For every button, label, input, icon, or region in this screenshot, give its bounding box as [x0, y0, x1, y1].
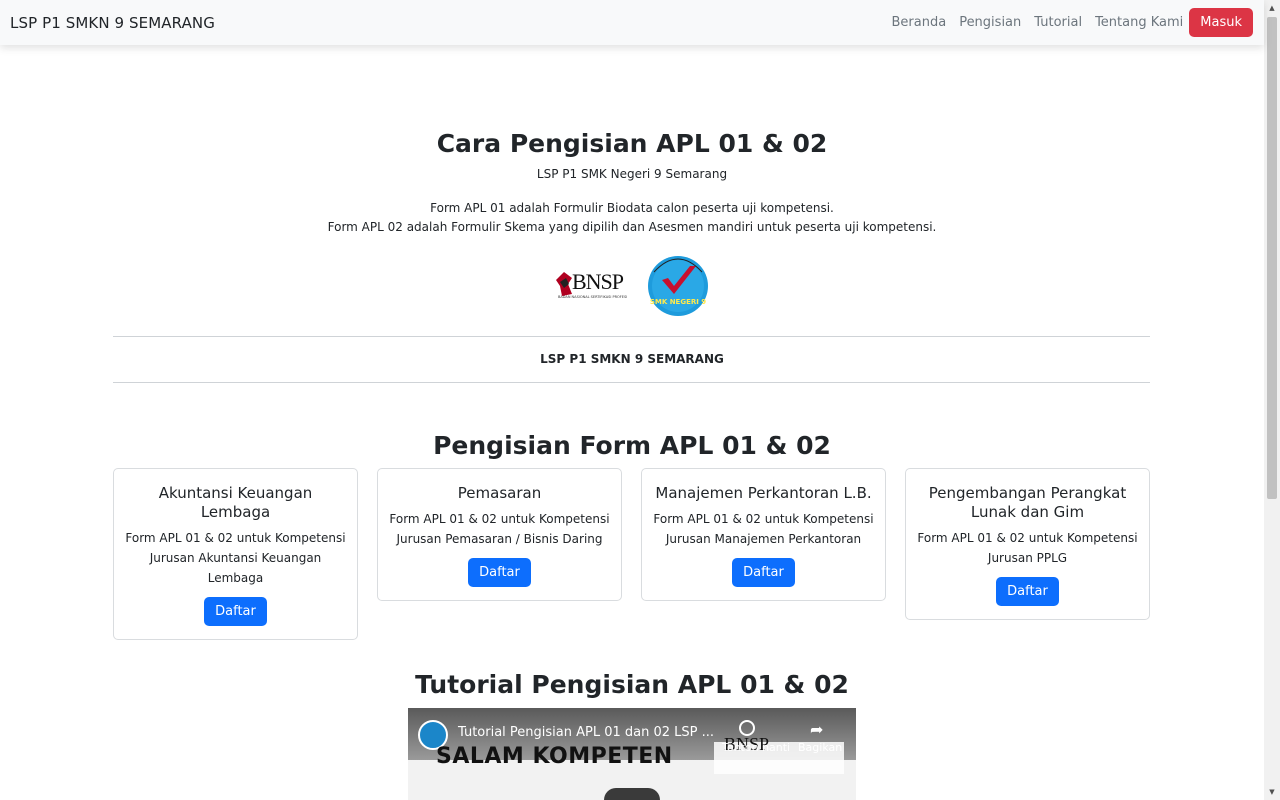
forms-section-title: Pengisian Form APL 01 & 02 — [433, 431, 831, 460]
tutorial-video-embed[interactable]: Tutorial Pengisian APL 01 dan 02 LSP ...… — [408, 708, 856, 800]
form-card-pplg: Pengembangan Perangkat Lunak dan Gim For… — [905, 468, 1150, 620]
card-text: Form APL 01 & 02 untuk Kompetensi Jurusa… — [653, 512, 874, 546]
hero-subtitle: LSP P1 SMK Negeri 9 Semarang — [536, 167, 728, 181]
hero-title: Cara Pengisian APL 01 & 02 — [436, 129, 828, 158]
card-title: Pemasaran — [457, 484, 542, 502]
card-text: Form APL 01 & 02 untuk Kompetensi Jurusa… — [917, 531, 1138, 565]
card-title: Manajemen Perkantoran L.B. — [655, 484, 872, 502]
nav-link-tutorial[interactable]: Tutorial — [1034, 15, 1082, 30]
navbar-brand[interactable]: LSP P1 SMKN 9 SEMARANG — [10, 14, 215, 32]
divider-top — [113, 336, 1150, 337]
share-label[interactable]: Bagikan — [798, 741, 842, 754]
scrollbar-thumb[interactable] — [1267, 17, 1277, 499]
card-text: Form APL 01 & 02 untuk Kompetensi Jurusa… — [389, 512, 610, 546]
daftar-button-pemasaran[interactable]: Daftar — [468, 558, 531, 587]
nav-link-tentang-kami[interactable]: Tentang Kami — [1095, 15, 1183, 30]
logos-row: BNSP BADAN NASIONAL SERTIFIKASI PROFESI … — [0, 250, 1264, 320]
card-title: Pengembangan Perangkat Lunak dan Gim — [928, 484, 1127, 521]
video-title[interactable]: Tutorial Pengisian APL 01 dan 02 LSP ... — [458, 725, 714, 740]
hero-desc-line-2: Form APL 02 adalah Formulir Skema yang d… — [327, 220, 937, 234]
watch-later-label[interactable]: Tonton nanti — [722, 741, 790, 754]
hero-description: Form APL 01 adalah Formulir Biodata calo… — [0, 199, 1264, 237]
play-button-icon[interactable] — [604, 788, 660, 800]
watch-later-button[interactable] — [734, 720, 760, 740]
card-title: Akuntansi Keuangan Lembaga — [158, 484, 313, 521]
daftar-button-akl[interactable]: Daftar — [204, 597, 267, 626]
divider-bottom — [113, 382, 1150, 383]
scroll-up-arrow-icon[interactable]: ▲ — [1264, 0, 1280, 16]
tutorial-section-title: Tutorial Pengisian APL 01 & 02 — [415, 670, 849, 699]
bnsp-logo: BNSP BADAN NASIONAL SERTIFIKASI PROFESI — [554, 265, 632, 305]
smk-logo-text: SMK NEGERI 9 — [650, 298, 706, 306]
nav-links: Beranda Pengisian Tutorial Tentang Kami … — [879, 8, 1253, 37]
navbar: LSP P1 SMKN 9 SEMARANG Beranda Pengisian… — [0, 0, 1264, 45]
smk-negeri-9-logo: SMK NEGERI 9 — [648, 256, 708, 316]
login-button[interactable]: Masuk — [1189, 8, 1253, 37]
daftar-button-pplg[interactable]: Daftar — [996, 577, 1059, 606]
card-text: Form APL 01 & 02 untuk Kompetensi Jurusa… — [125, 531, 346, 585]
form-card-akl: Akuntansi Keuangan Lembaga Form APL 01 &… — [113, 468, 358, 640]
hero-desc-line-1: Form APL 01 adalah Formulir Biodata calo… — [430, 201, 834, 215]
scroll-down-arrow-icon[interactable]: ▼ — [1264, 784, 1280, 800]
bnsp-logo-text: BNSP — [572, 269, 624, 294]
video-banner-text: SALAM KOMPETEN — [436, 744, 673, 769]
nav-link-beranda[interactable]: Beranda — [892, 15, 947, 30]
nav-link-pengisian[interactable]: Pengisian — [959, 15, 1021, 30]
daftar-button-mp[interactable]: Daftar — [732, 558, 795, 587]
share-icon[interactable]: ➦ — [810, 720, 823, 739]
bnsp-logo-caption: BADAN NASIONAL SERTIFIKASI PROFESI — [558, 295, 628, 299]
org-name: LSP P1 SMKN 9 SEMARANG — [540, 352, 724, 366]
page-scrollbar[interactable]: ▲ ▼ — [1264, 0, 1280, 800]
clock-icon — [739, 720, 755, 736]
bnsp-garuda-icon — [556, 272, 572, 296]
form-card-pemasaran: Pemasaran Form APL 01 & 02 untuk Kompete… — [377, 468, 622, 601]
form-card-mp: Manajemen Perkantoran L.B. Form APL 01 &… — [641, 468, 886, 601]
